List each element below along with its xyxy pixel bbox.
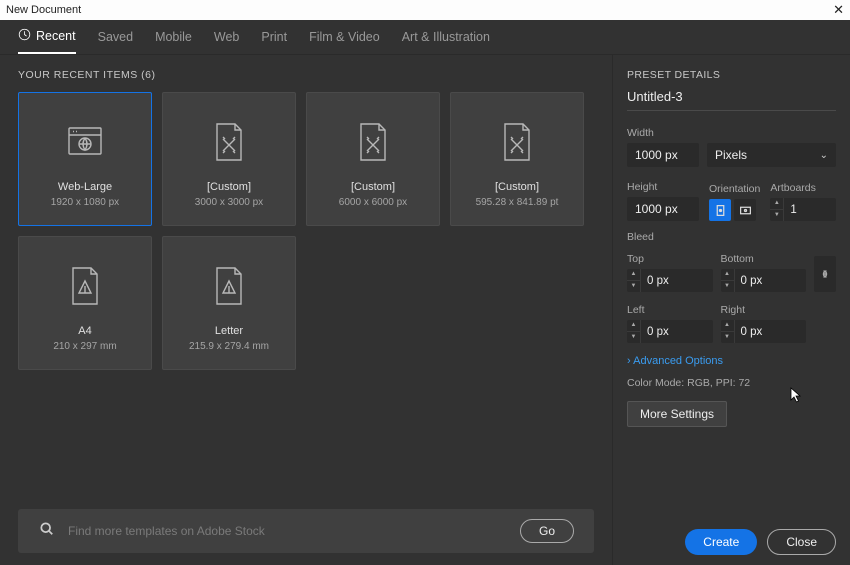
preset-cards: Web-Large 1920 x 1080 px [Custom] 3000 x… <box>18 92 594 370</box>
close-icon[interactable]: ✕ <box>833 2 844 18</box>
artboards-input[interactable] <box>784 204 836 216</box>
footer-buttons: Create Close <box>627 529 836 555</box>
card-title: [Custom] <box>207 181 251 193</box>
tab-label: Web <box>214 30 239 44</box>
link-bleed-icon[interactable] <box>814 256 836 292</box>
tab-web[interactable]: Web <box>214 20 239 54</box>
window-title: New Document <box>6 4 81 16</box>
left-label: Left <box>627 304 713 316</box>
card-title: [Custom] <box>495 181 539 193</box>
preset-card[interactable]: [Custom] 595.28 x 841.89 pt <box>450 92 584 226</box>
height-input[interactable] <box>627 197 699 221</box>
units-value: Pixels <box>715 148 747 162</box>
preset-card[interactable]: [Custom] 6000 x 6000 px <box>306 92 440 226</box>
tab-recent[interactable]: Recent <box>18 20 76 54</box>
card-dimensions: 215.9 x 279.4 mm <box>189 341 269 352</box>
search-input[interactable] <box>68 524 506 538</box>
custom-icon <box>500 117 534 167</box>
card-dimensions: 6000 x 6000 px <box>339 197 407 208</box>
presets-area: YOUR RECENT ITEMS (6) Web-Large 1920 x 1… <box>0 55 612 565</box>
tab-film[interactable]: Film & Video <box>309 20 380 54</box>
bleed-left[interactable]: ▲▼ <box>627 320 713 343</box>
width-label: Width <box>627 127 836 139</box>
card-dimensions: 595.28 x 841.89 pt <box>476 197 559 208</box>
width-input[interactable] <box>627 143 699 167</box>
tab-label: Mobile <box>155 30 192 44</box>
bleed-right[interactable]: ▲▼ <box>721 320 807 343</box>
document-name[interactable]: Untitled-3 <box>627 89 836 111</box>
bottom-label: Bottom <box>721 253 807 265</box>
units-dropdown[interactable]: Pixels ⌄ <box>707 143 836 167</box>
card-title: Letter <box>215 325 243 337</box>
artboards-label: Artboards <box>770 182 836 194</box>
step-down[interactable]: ▼ <box>770 210 783 221</box>
cursor-icon <box>790 387 804 406</box>
advanced-options-toggle[interactable]: Advanced Options <box>627 355 836 367</box>
preset-details-panel: PRESET DETAILS Untitled-3 Width Pixels ⌄… <box>612 55 850 565</box>
search-icon <box>40 522 54 541</box>
preset-card[interactable]: [Custom] 3000 x 3000 px <box>162 92 296 226</box>
custom-icon <box>356 117 390 167</box>
height-label: Height <box>627 181 699 193</box>
preset-details-header: PRESET DETAILS <box>627 69 836 81</box>
print-icon <box>68 261 102 311</box>
tab-label: Print <box>261 30 287 44</box>
close-button[interactable]: Close <box>767 529 836 555</box>
orientation-landscape[interactable] <box>734 199 756 221</box>
stock-search: Go <box>18 509 594 553</box>
titlebar: New Document ✕ <box>0 0 850 20</box>
card-dimensions: 210 x 297 mm <box>53 341 116 352</box>
print-icon <box>212 261 246 311</box>
tab-print[interactable]: Print <box>261 20 287 54</box>
tab-art[interactable]: Art & Illustration <box>402 20 490 54</box>
custom-icon <box>212 117 246 167</box>
bleed-top[interactable]: ▲▼ <box>627 269 713 292</box>
go-button[interactable]: Go <box>520 519 574 543</box>
orientation-portrait[interactable] <box>709 199 731 221</box>
color-mode-text: Color Mode: RGB, PPI: 72 <box>627 377 836 389</box>
tab-label: Saved <box>98 30 133 44</box>
tab-mobile[interactable]: Mobile <box>155 20 192 54</box>
recent-items-label: YOUR RECENT ITEMS (6) <box>18 69 594 81</box>
tab-label: Art & Illustration <box>402 30 490 44</box>
create-button[interactable]: Create <box>685 529 757 555</box>
orientation-label: Orientation <box>709 183 760 195</box>
tab-saved[interactable]: Saved <box>98 20 133 54</box>
card-dimensions: 3000 x 3000 px <box>195 197 263 208</box>
preset-card[interactable]: A4 210 x 297 mm <box>18 236 152 370</box>
artboards-stepper[interactable]: ▲▼ <box>770 198 836 221</box>
bleed-label: Bleed <box>627 231 836 243</box>
step-up[interactable]: ▲ <box>770 198 783 210</box>
card-title: [Custom] <box>351 181 395 193</box>
tab-label: Film & Video <box>309 30 380 44</box>
more-settings-button[interactable]: More Settings <box>627 401 727 427</box>
preset-card[interactable]: Letter 215.9 x 279.4 mm <box>162 236 296 370</box>
chevron-down-icon: ⌄ <box>820 150 828 161</box>
web-icon <box>65 117 105 167</box>
right-label: Right <box>721 304 807 316</box>
top-label: Top <box>627 253 713 265</box>
card-title: A4 <box>78 325 91 337</box>
card-title: Web-Large <box>58 181 112 193</box>
clock-icon <box>18 28 31 44</box>
category-tabs: Recent Saved Mobile Web Print Film & Vid… <box>0 20 850 55</box>
bleed-bottom[interactable]: ▲▼ <box>721 269 807 292</box>
preset-card[interactable]: Web-Large 1920 x 1080 px <box>18 92 152 226</box>
card-dimensions: 1920 x 1080 px <box>51 197 119 208</box>
tab-label: Recent <box>36 29 76 43</box>
